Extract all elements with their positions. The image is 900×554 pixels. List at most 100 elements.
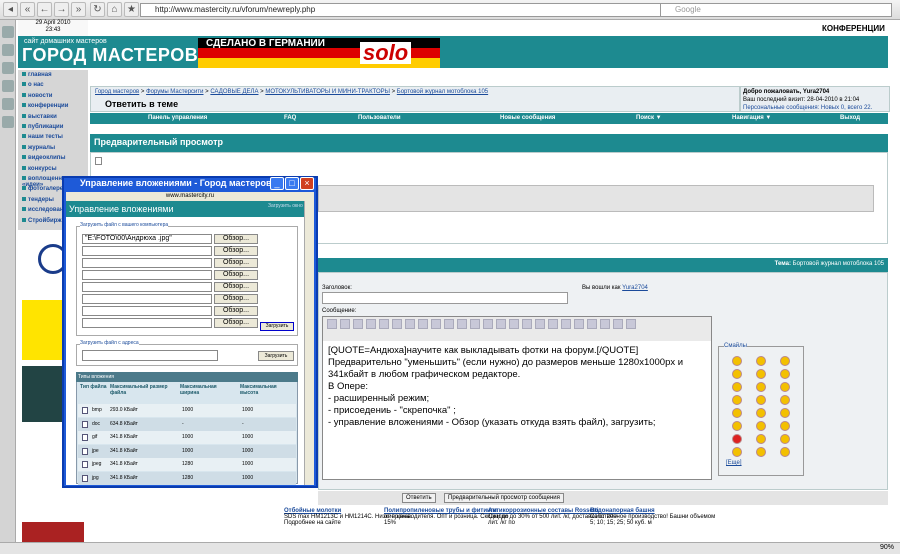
- browse-button[interactable]: Обзор...: [214, 318, 258, 328]
- smiley-icon[interactable]: [732, 356, 742, 366]
- browse-button[interactable]: Обзор...: [214, 294, 258, 304]
- panel-icon[interactable]: [2, 98, 14, 110]
- upload-window-link[interactable]: Загрузить окно: [268, 203, 303, 209]
- panel-icon[interactable]: [2, 62, 14, 74]
- search-input[interactable]: Google: [660, 3, 892, 17]
- smiley-icon[interactable]: [732, 382, 742, 392]
- menu-navigation[interactable]: Навигация ▼: [732, 115, 771, 121]
- editor-tool-icon[interactable]: [457, 319, 467, 329]
- left-nav-item[interactable]: о нас: [22, 82, 86, 91]
- url-input[interactable]: [82, 350, 218, 361]
- file-input[interactable]: [82, 270, 212, 280]
- smiley-icon[interactable]: [732, 395, 742, 405]
- breadcrumb-link[interactable]: Бортовой журнал мотоблока 105: [397, 89, 488, 95]
- smiley-icon[interactable]: [732, 447, 742, 457]
- smiley-icon[interactable]: [780, 356, 790, 366]
- minimize-icon[interactable]: _: [270, 177, 284, 190]
- smiley-icon[interactable]: [780, 421, 790, 431]
- scrollbar[interactable]: [304, 201, 314, 485]
- editor-tool-icon[interactable]: [392, 319, 402, 329]
- browse-button[interactable]: Обзор...: [214, 282, 258, 292]
- left-nav-item[interactable]: новости: [22, 93, 86, 102]
- panel-icon[interactable]: [2, 44, 14, 56]
- file-input[interactable]: [82, 258, 212, 268]
- left-nav-item[interactable]: конкурсы: [22, 166, 86, 175]
- smiley-icon[interactable]: [732, 434, 742, 444]
- smiley-icon[interactable]: [756, 356, 766, 366]
- smiley-icon[interactable]: [780, 382, 790, 392]
- left-nav-item[interactable]: публикации: [22, 124, 86, 133]
- browse-button[interactable]: Обзор...: [214, 246, 258, 256]
- file-input[interactable]: [82, 318, 212, 328]
- forward-icon[interactable]: →: [54, 2, 69, 17]
- left-nav-item[interactable]: конференции: [22, 103, 86, 112]
- smiley-icon[interactable]: [732, 408, 742, 418]
- maximize-icon[interactable]: □: [285, 177, 299, 190]
- menu-control-panel[interactable]: Панель управления: [148, 115, 207, 121]
- editor-tool-icon[interactable]: [431, 319, 441, 329]
- left-nav-item[interactable]: видеоклипы: [22, 155, 86, 164]
- editor-tool-icon[interactable]: [327, 319, 337, 329]
- drill-ad[interactable]: [22, 522, 84, 542]
- editor-tool-icon[interactable]: [405, 319, 415, 329]
- file-input[interactable]: [82, 246, 212, 256]
- smiley-icon[interactable]: [756, 395, 766, 405]
- panel-icon[interactable]: [2, 116, 14, 128]
- menu-logout[interactable]: Выход: [840, 115, 860, 121]
- left-nav-item[interactable]: главная: [22, 72, 86, 81]
- left-nav-item[interactable]: наши тесты: [22, 134, 86, 143]
- editor-tool-icon[interactable]: [626, 319, 636, 329]
- file-input[interactable]: [82, 294, 212, 304]
- browse-button[interactable]: Обзор...: [214, 234, 258, 244]
- more-smilies-link[interactable]: [Еще]: [726, 460, 742, 466]
- editor-tool-icon[interactable]: [613, 319, 623, 329]
- reload-icon[interactable]: ↻: [90, 2, 105, 17]
- browse-button[interactable]: Обзор...: [214, 306, 258, 316]
- breadcrumb-link[interactable]: Форумы Мастерсити: [146, 89, 203, 95]
- browse-button[interactable]: Обзор...: [214, 270, 258, 280]
- smiley-icon[interactable]: [732, 421, 742, 431]
- preview-button[interactable]: Предварительный просмотр сообщения: [444, 493, 564, 503]
- breadcrumb-link[interactable]: МОТОКУЛЬТИВАТОРЫ И МИНИ-ТРАКТОРЫ: [265, 89, 390, 95]
- smiley-icon[interactable]: [780, 408, 790, 418]
- menu-faq[interactable]: FAQ: [284, 115, 296, 121]
- browse-button[interactable]: Обзор...: [214, 258, 258, 268]
- smiley-icon[interactable]: [780, 447, 790, 457]
- home-icon[interactable]: ⌂: [107, 2, 122, 17]
- editor-tool-icon[interactable]: [587, 319, 597, 329]
- menu-users[interactable]: Пользователи: [358, 115, 401, 121]
- subject-input[interactable]: [322, 292, 568, 304]
- menu-search[interactable]: Поиск ▼: [636, 115, 662, 121]
- back-icon[interactable]: ◂: [3, 2, 18, 17]
- editor-tool-icon[interactable]: [496, 319, 506, 329]
- editor-tool-icon[interactable]: [483, 319, 493, 329]
- smiley-icon[interactable]: [756, 382, 766, 392]
- submit-reply-button[interactable]: Ответить: [402, 493, 436, 503]
- close-icon[interactable]: ×: [300, 177, 314, 190]
- breadcrumb-link[interactable]: САДОВЫЕ ДЕЛА: [210, 89, 258, 95]
- private-messages-link[interactable]: Персональные сообщения: Новых 0, всего 2…: [743, 104, 887, 112]
- left-nav-item[interactable]: выставки: [22, 114, 86, 123]
- smiley-icon[interactable]: [780, 395, 790, 405]
- menu-new-posts[interactable]: Новые сообщения: [500, 115, 555, 121]
- editor-tool-icon[interactable]: [600, 319, 610, 329]
- panel-icon[interactable]: [2, 26, 14, 38]
- upload-button[interactable]: Загрузить: [260, 322, 294, 331]
- editor-tool-icon[interactable]: [418, 319, 428, 329]
- editor-tool-icon[interactable]: [444, 319, 454, 329]
- editor-tool-icon[interactable]: [561, 319, 571, 329]
- smiley-icon[interactable]: [780, 434, 790, 444]
- file-input[interactable]: [82, 282, 212, 292]
- editor-tool-icon[interactable]: [522, 319, 532, 329]
- editor-tool-icon[interactable]: [535, 319, 545, 329]
- smiley-icon[interactable]: [780, 369, 790, 379]
- address-bar[interactable]: http://www.mastercity.ru/vforum/newreply…: [140, 3, 670, 17]
- editor-tool-icon[interactable]: [548, 319, 558, 329]
- left-nav-item[interactable]: журналы: [22, 145, 86, 154]
- smiley-icon[interactable]: [756, 369, 766, 379]
- editor-tool-icon[interactable]: [574, 319, 584, 329]
- rewind-icon[interactable]: «: [20, 2, 35, 17]
- smiley-icon[interactable]: [756, 421, 766, 431]
- editor-tool-icon[interactable]: [353, 319, 363, 329]
- bookmark-icon[interactable]: ★: [124, 2, 139, 17]
